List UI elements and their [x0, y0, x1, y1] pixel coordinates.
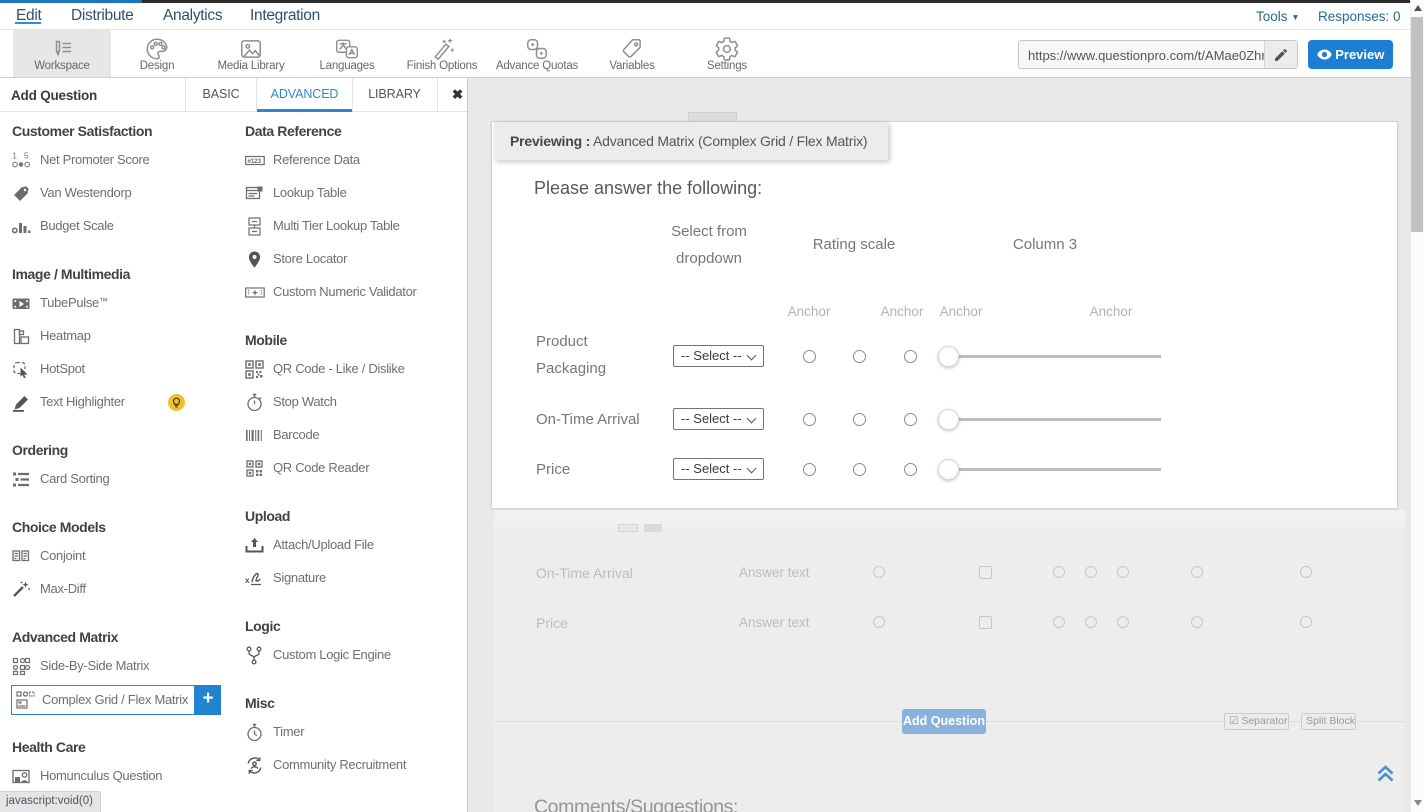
svg-text:5: 5	[24, 152, 29, 161]
svg-text:1: 1	[12, 152, 17, 161]
svg-text:x: x	[245, 576, 250, 585]
svg-text:#123: #123	[248, 158, 262, 165]
